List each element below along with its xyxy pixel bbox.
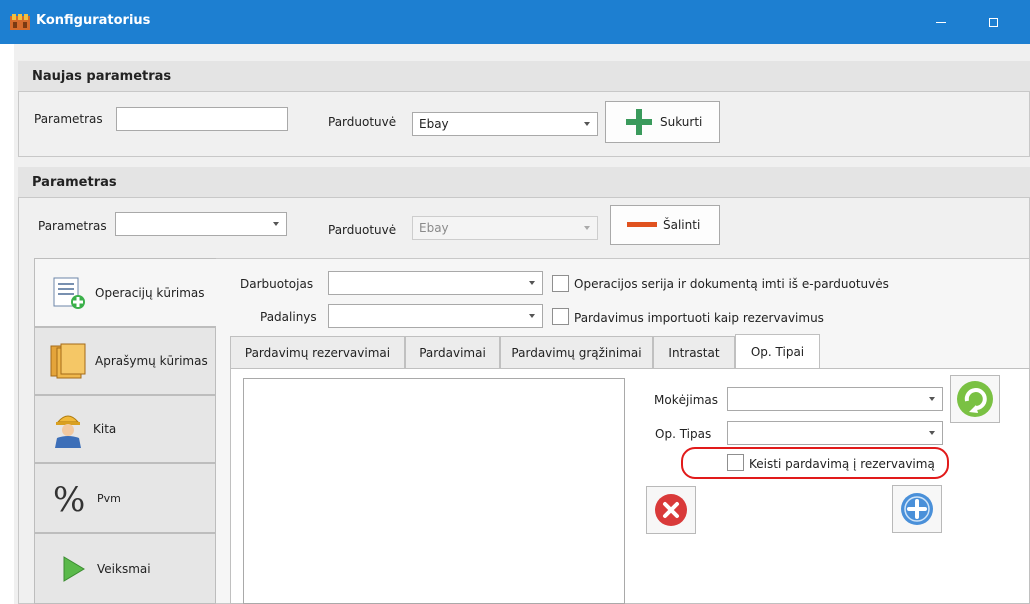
refresh-icon [957, 381, 993, 417]
add-button[interactable] [892, 485, 942, 533]
plus-icon [626, 109, 652, 135]
add-circle-icon [901, 493, 933, 525]
maximize-button[interactable] [970, 0, 1016, 44]
new-store-select[interactable]: Ebay [412, 112, 598, 136]
store-value: Ebay [419, 221, 449, 235]
refresh-button[interactable] [950, 375, 1000, 423]
division-select[interactable] [328, 304, 543, 328]
new-store-label: Parduotuvė [328, 115, 397, 129]
new-parameter-input[interactable] [116, 107, 288, 131]
series-from-store-checkbox[interactable] [552, 275, 569, 292]
window-title: Konfiguratorius [36, 13, 151, 28]
tab-op-types[interactable]: Op. Tipai [735, 334, 820, 369]
parameter-select[interactable] [115, 212, 287, 236]
worker-icon [55, 415, 81, 448]
payment-label: Mokėjimas [654, 393, 718, 407]
change-to-reservation-checkbox[interactable] [727, 454, 744, 471]
books-icon [50, 343, 86, 379]
chevron-down-icon [522, 314, 542, 318]
import-as-reservations-label: Pardavimus importuoti kaip rezervavimus [574, 311, 824, 325]
title-bar [0, 0, 1030, 44]
employee-label: Darbuotojas [240, 277, 314, 291]
chevron-down-icon [266, 222, 286, 226]
create-label: Sukurti [660, 115, 703, 129]
new-parameter-label: Parametras [34, 112, 103, 126]
sidebar-label-actions: Veiksmai [97, 561, 151, 576]
sidebar-item-vat[interactable]: % Pvm [34, 463, 216, 533]
sidebar-item-descriptions[interactable]: Aprašymų kūrimas [34, 327, 216, 395]
chevron-down-icon [922, 431, 942, 435]
sidebar-label-descriptions: Aprašymų kūrimas [95, 354, 208, 368]
import-as-reservations-checkbox[interactable] [552, 308, 569, 325]
sidebar-label-operations: Operacijų kūrimas [95, 285, 205, 300]
remove-button[interactable] [646, 486, 696, 534]
sidebar-item-operations[interactable]: Operacijų kūrimas [34, 258, 216, 327]
series-from-store-label: Operacijos serija ir dokumentą imti iš e… [574, 277, 889, 291]
chevron-down-icon [922, 397, 942, 401]
svg-text:%: % [53, 480, 85, 516]
tab-sales-reservations[interactable]: Pardavimų rezervavimai [230, 336, 405, 368]
app-icon [10, 14, 30, 30]
op-types-list[interactable] [243, 378, 625, 604]
change-to-reservation-label: Keisti pardavimą į rezervavimą [749, 457, 935, 471]
store-label: Parduotuvė [328, 223, 397, 237]
employee-select[interactable] [328, 271, 543, 295]
delete-button[interactable]: Šalinti [610, 205, 720, 245]
minimize-button[interactable] [918, 0, 964, 44]
chevron-down-icon [577, 226, 597, 230]
new-store-value: Ebay [419, 117, 449, 131]
chevron-down-icon [522, 281, 542, 285]
tab-intrastat[interactable]: Intrastat [653, 336, 735, 368]
op-type-label: Op. Tipas [655, 427, 712, 441]
minimize-icon [936, 21, 946, 23]
delete-label: Šalinti [663, 218, 701, 232]
sidebar-item-other[interactable]: Kita [34, 395, 216, 463]
parameter-label: Parametras [38, 219, 107, 233]
op-type-select[interactable] [727, 421, 943, 445]
minus-icon [627, 222, 657, 227]
sidebar-label-other: Kita [93, 422, 117, 436]
chevron-down-icon [577, 122, 597, 126]
remove-circle-icon [655, 494, 687, 526]
sidebar-item-actions[interactable]: Veiksmai [34, 533, 216, 604]
create-button[interactable]: Sukurti [605, 101, 720, 143]
store-select[interactable]: Ebay [412, 216, 598, 240]
sidebar-label-vat: Pvm [97, 491, 121, 505]
maximize-icon [988, 17, 998, 27]
tab-sales[interactable]: Pardavimai [405, 336, 500, 368]
parameter-heading: Parametras [18, 167, 1030, 198]
payment-select[interactable] [727, 387, 943, 411]
new-parameter-heading: Naujas parametras [18, 61, 1030, 92]
tab-sales-returns[interactable]: Pardavimų grąžinimai [500, 336, 653, 368]
play-icon [63, 555, 85, 582]
percent-icon: % [53, 480, 85, 516]
document-add-icon [53, 277, 85, 309]
division-label: Padalinys [260, 310, 317, 324]
